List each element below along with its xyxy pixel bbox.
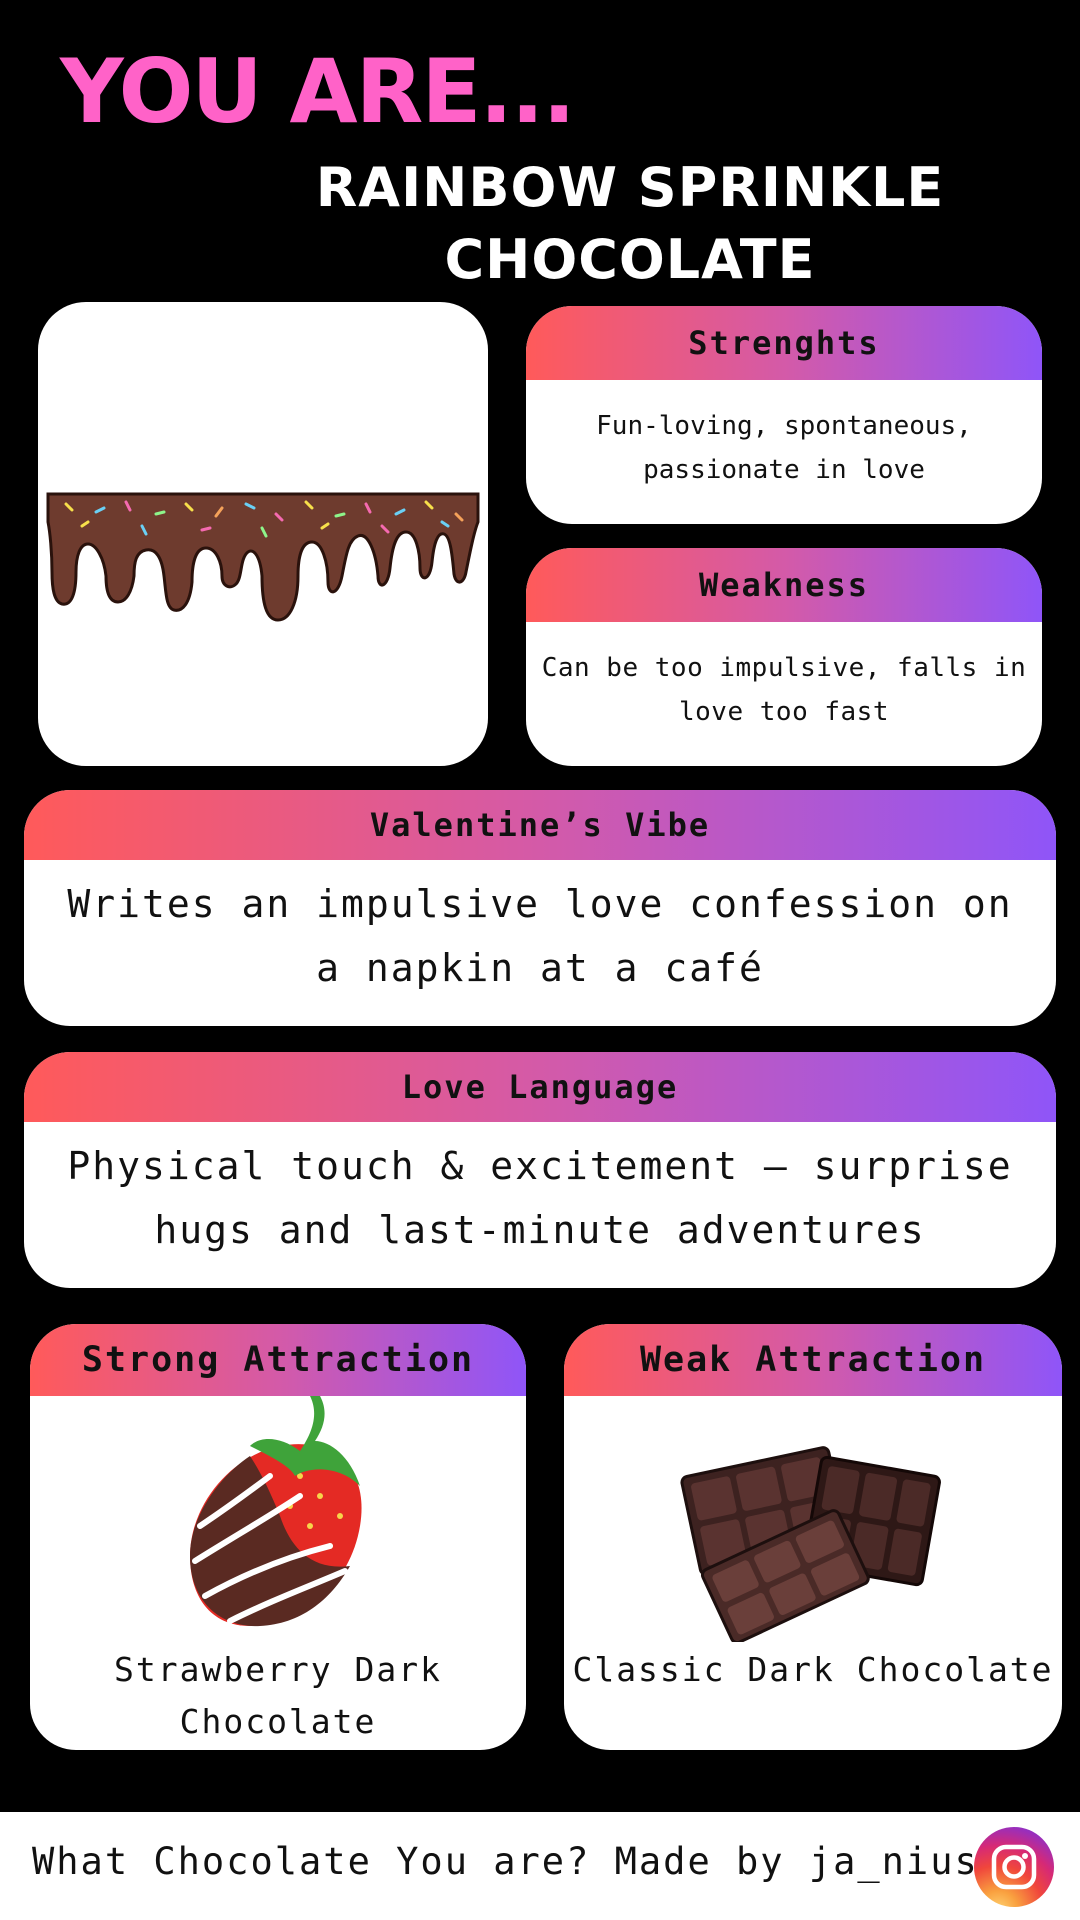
love-language-title: Love Language <box>24 1052 1056 1122</box>
footer-text: What Chocolate You are? Made by ja_niusx <box>32 1840 1004 1883</box>
title-line-1: RAINBOW SPRINKLE <box>315 156 945 219</box>
weakness-title: Weakness <box>526 548 1042 622</box>
strong-attraction-card: Strong Attraction Strawberry Dark Chocol… <box>30 1324 526 1750</box>
strawberry-chocolate-image <box>190 1396 362 1627</box>
weakness-card: Weakness Can be too impulsive, falls in … <box>526 548 1042 766</box>
valentines-vibe-title: Valentine’s Vibe <box>24 790 1056 860</box>
strengths-text: Fun-loving, spontaneous, passionate in l… <box>596 411 972 485</box>
love-language-text: Physical touch & excitement – surprise h… <box>67 1144 1013 1252</box>
instagram-icon[interactable] <box>974 1827 1054 1907</box>
valentines-vibe-text: Writes an impulsive love confession on a… <box>67 882 1013 990</box>
strengths-card: Strenghts Fun-loving, spontaneous, passi… <box>526 306 1042 524</box>
strong-attraction-name: Strawberry Dark Chocolate <box>113 1650 442 1741</box>
dark-chocolate-bars-image <box>680 1446 941 1642</box>
love-language-card: Love Language Physical touch & excitemen… <box>24 1052 1056 1288</box>
footer: What Chocolate You are? Made by ja_niusx <box>0 1812 1080 1920</box>
you-are-heading: YOU ARE... <box>60 40 576 143</box>
strong-attraction-title: Strong Attraction <box>30 1324 526 1396</box>
chocolate-image-card <box>38 302 488 766</box>
sprinkle-chocolate-drip-image <box>46 492 480 622</box>
weak-attraction-card: Weak Attraction Classic Dark Chocolate <box>564 1324 1062 1750</box>
title-line-2: CHOCOLATE <box>444 228 816 291</box>
weakness-text: Can be too impulsive, falls in love too … <box>541 653 1027 727</box>
page-title: RAINBOW SPRINKLE CHOCOLATE <box>200 152 1060 296</box>
strengths-title: Strenghts <box>526 306 1042 380</box>
weak-attraction-title: Weak Attraction <box>564 1324 1062 1396</box>
valentines-vibe-card: Valentine’s Vibe Writes an impulsive lov… <box>24 790 1056 1026</box>
weak-attraction-name: Classic Dark Chocolate <box>572 1650 1054 1689</box>
